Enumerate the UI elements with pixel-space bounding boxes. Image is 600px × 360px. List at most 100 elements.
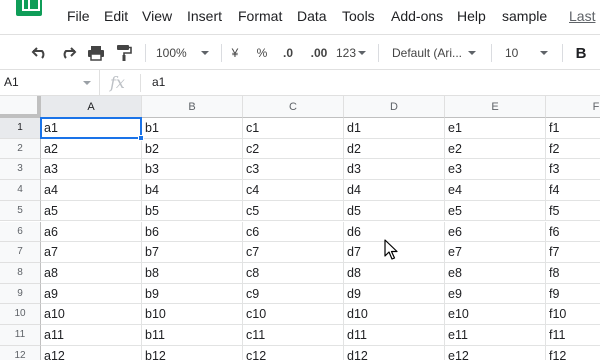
- cell-d1[interactable]: d1: [344, 118, 445, 139]
- column-header-b[interactable]: B: [142, 96, 243, 118]
- menu-edit[interactable]: Edit: [104, 8, 128, 24]
- column-header-a[interactable]: A: [41, 96, 142, 118]
- paint-format-icon[interactable]: [114, 43, 134, 63]
- cell-f6[interactable]: f6: [546, 222, 600, 243]
- cell-a10[interactable]: a10: [41, 304, 142, 325]
- cell-e3[interactable]: e3: [445, 159, 546, 181]
- cell-f12[interactable]: f12: [546, 346, 600, 360]
- cell-e9[interactable]: e9: [445, 283, 546, 305]
- menu-view[interactable]: View: [142, 8, 172, 24]
- decrease-decimal-button[interactable]: .0: [280, 43, 296, 63]
- cell-f9[interactable]: f9: [546, 284, 600, 305]
- cell-e12[interactable]: e12: [445, 345, 546, 360]
- menu-format[interactable]: Format: [238, 8, 282, 24]
- cell-a6[interactable]: a6: [41, 221, 142, 243]
- cell-e4[interactable]: e4: [445, 180, 546, 201]
- row-header-5[interactable]: 5: [0, 200, 41, 222]
- cell-d9[interactable]: d9: [344, 283, 445, 305]
- print-icon[interactable]: [86, 43, 106, 63]
- currency-format-button[interactable]: ¥: [228, 43, 242, 63]
- cell-b8[interactable]: b8: [142, 262, 243, 284]
- cell-c4[interactable]: c4: [243, 180, 344, 201]
- cell-f8[interactable]: f8: [546, 263, 600, 284]
- column-header-e[interactable]: E: [445, 96, 546, 118]
- cell-b3[interactable]: b3: [142, 159, 243, 181]
- cell-f7[interactable]: f7: [546, 242, 600, 263]
- row-header-3[interactable]: 3: [0, 159, 41, 181]
- cell-b2[interactable]: b2: [142, 138, 243, 160]
- cell-c1[interactable]: c1: [243, 118, 344, 139]
- cell-d4[interactable]: d4: [344, 180, 445, 201]
- cell-b7[interactable]: b7: [142, 242, 243, 263]
- formula-input[interactable]: a1: [152, 75, 165, 89]
- cell-e6[interactable]: e6: [445, 221, 546, 243]
- font-family-select[interactable]: Default (Ari...: [392, 43, 484, 63]
- cell-c7[interactable]: c7: [243, 242, 344, 263]
- cell-a5[interactable]: a5: [41, 200, 142, 222]
- cell-c2[interactable]: c2: [243, 138, 344, 160]
- cell-d12[interactable]: d12: [344, 345, 445, 360]
- cell-d3[interactable]: d3: [344, 159, 445, 181]
- cell-f11[interactable]: f11: [546, 325, 600, 346]
- fill-handle[interactable]: [138, 134, 144, 141]
- cell-a2[interactable]: a2: [41, 138, 142, 160]
- menu-insert[interactable]: Insert: [187, 8, 222, 24]
- cell-f1[interactable]: f1: [546, 118, 600, 139]
- cell-a12[interactable]: a12: [41, 345, 142, 360]
- cell-f3[interactable]: f3: [546, 159, 600, 181]
- cell-b12[interactable]: b12: [142, 345, 243, 360]
- cell-d2[interactable]: d2: [344, 138, 445, 160]
- cell-a7[interactable]: a7: [41, 242, 142, 263]
- select-all-corner[interactable]: [0, 96, 41, 118]
- sheets-logo-icon[interactable]: [16, 0, 42, 16]
- menu-data[interactable]: Data: [297, 8, 327, 24]
- more-formats-button[interactable]: 123: [336, 43, 368, 63]
- name-box[interactable]: A1: [0, 70, 100, 95]
- row-header-1[interactable]: 1: [0, 118, 41, 139]
- cell-e2[interactable]: e2: [445, 138, 546, 160]
- cell-e7[interactable]: e7: [445, 242, 546, 263]
- cell-a9[interactable]: a9: [41, 283, 142, 305]
- cell-b6[interactable]: b6: [142, 221, 243, 243]
- menu-help[interactable]: Help: [457, 8, 486, 24]
- cell-f5[interactable]: f5: [546, 201, 600, 222]
- row-header-6[interactable]: 6: [0, 221, 41, 243]
- cell-c6[interactable]: c6: [243, 221, 344, 243]
- cell-e11[interactable]: e11: [445, 325, 546, 346]
- cell-c9[interactable]: c9: [243, 283, 344, 305]
- cell-f4[interactable]: f4: [546, 180, 600, 201]
- cell-c12[interactable]: c12: [243, 345, 344, 360]
- cell-d10[interactable]: d10: [344, 304, 445, 325]
- zoom-select[interactable]: 100%: [156, 43, 212, 63]
- font-size-select[interactable]: 10: [505, 43, 555, 63]
- cell-b10[interactable]: b10: [142, 304, 243, 325]
- cell-e5[interactable]: e5: [445, 200, 546, 222]
- row-header-4[interactable]: 4: [0, 180, 41, 201]
- cell-a4[interactable]: a4: [41, 180, 142, 201]
- cell-a8[interactable]: a8: [41, 262, 142, 284]
- row-header-7[interactable]: 7: [0, 242, 41, 263]
- cell-b5[interactable]: b5: [142, 200, 243, 222]
- increase-decimal-button[interactable]: .00: [308, 43, 330, 63]
- row-header-2[interactable]: 2: [0, 138, 41, 160]
- cell-a3[interactable]: a3: [41, 159, 142, 181]
- cell-b9[interactable]: b9: [142, 283, 243, 305]
- menu-addons[interactable]: Add-ons: [391, 8, 443, 24]
- cell-d5[interactable]: d5: [344, 200, 445, 222]
- cell-a11[interactable]: a11: [41, 325, 142, 346]
- undo-icon[interactable]: [30, 43, 50, 63]
- row-header-11[interactable]: 11: [0, 325, 41, 346]
- column-header-f[interactable]: F: [546, 96, 600, 118]
- cell-d8[interactable]: d8: [344, 262, 445, 284]
- cell-a1[interactable]: a1: [41, 118, 142, 139]
- cell-c3[interactable]: c3: [243, 159, 344, 181]
- row-header-9[interactable]: 9: [0, 283, 41, 305]
- cell-b11[interactable]: b11: [142, 325, 243, 346]
- row-header-12[interactable]: 12: [0, 345, 41, 360]
- cell-b4[interactable]: b4: [142, 180, 243, 201]
- cell-c5[interactable]: c5: [243, 200, 344, 222]
- menu-tools[interactable]: Tools: [342, 8, 375, 24]
- last-edit-link[interactable]: Last: [569, 8, 595, 24]
- row-header-8[interactable]: 8: [0, 262, 41, 284]
- percent-format-button[interactable]: %: [255, 43, 269, 63]
